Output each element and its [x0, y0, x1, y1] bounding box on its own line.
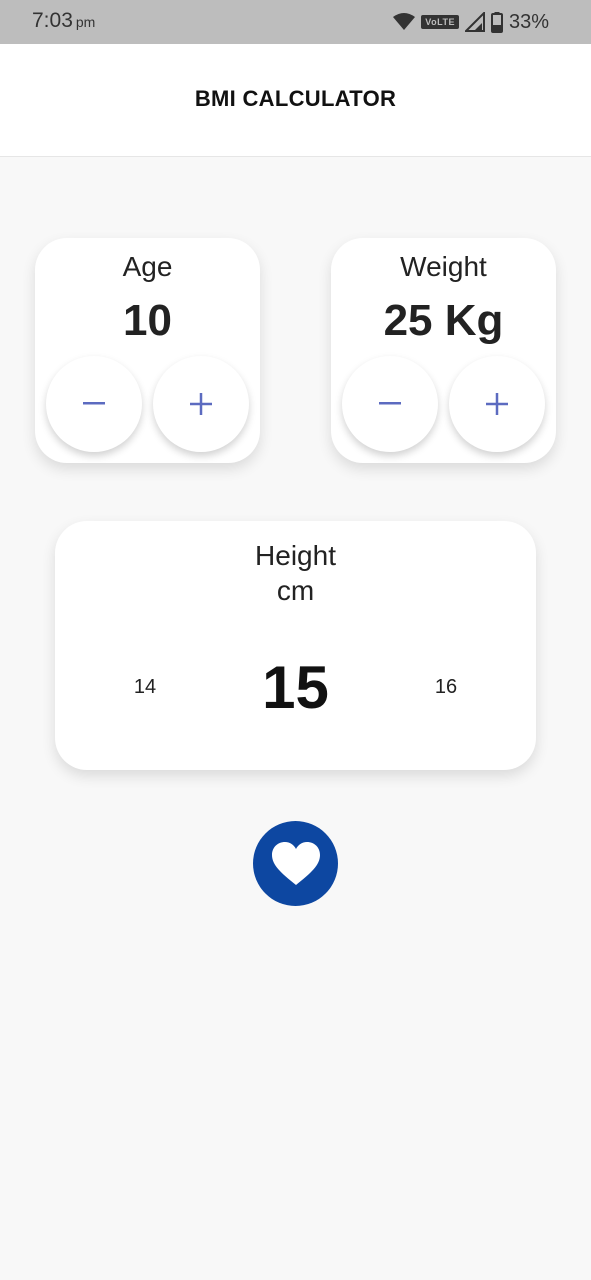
weight-decrement-button[interactable]: [342, 356, 438, 452]
plus-icon: [486, 393, 508, 415]
volte-badge: VoLTE: [421, 15, 459, 29]
plus-icon: [190, 393, 212, 415]
height-label: Height: [255, 540, 336, 571]
weight-label: Weight: [400, 251, 487, 282]
height-unit: cm: [276, 575, 315, 606]
height-card: Height cm 14 15 16: [55, 521, 536, 770]
minus-icon: [379, 402, 401, 405]
age-increment-button[interactable]: [153, 356, 249, 452]
age-card: Age 10: [35, 238, 260, 463]
app-bar: BMI CALCULATOR: [0, 44, 591, 157]
status-time-value: 7:03: [32, 9, 73, 32]
status-bar: 7:03 pm VoLTE 33%: [0, 0, 591, 44]
status-time-ampm: pm: [75, 14, 96, 30]
battery-icon: [490, 11, 503, 33]
weight-increment-button[interactable]: [449, 356, 545, 452]
weight-card: Weight 25 Kg: [331, 238, 556, 463]
age-value: 10: [123, 296, 172, 345]
signal-icon: [464, 12, 485, 32]
height-label-block: Height cm: [55, 538, 536, 608]
calculate-fab-button[interactable]: [253, 821, 338, 906]
age-decrement-button[interactable]: [46, 356, 142, 452]
status-icons: VoLTE 33%: [393, 9, 549, 35]
wifi-icon: [393, 13, 416, 30]
status-time: 7:03 pm: [32, 9, 95, 33]
page-title: BMI CALCULATOR: [194, 86, 397, 111]
minus-icon: [83, 402, 105, 405]
heart-icon: [271, 841, 320, 885]
battery-percent: 33%: [508, 10, 549, 33]
age-label: Age: [122, 251, 173, 282]
weight-value: 25 Kg: [383, 296, 504, 345]
height-picker-next[interactable]: 16: [416, 676, 476, 699]
